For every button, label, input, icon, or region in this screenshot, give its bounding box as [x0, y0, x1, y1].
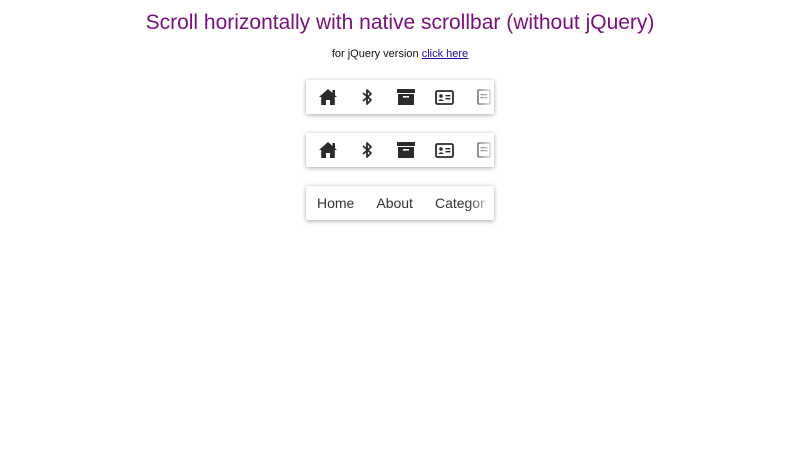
jquery-version-link[interactable]: click here — [422, 48, 468, 60]
subtitle-text: for jQuery version — [331, 48, 419, 60]
home-icon[interactable] — [308, 80, 347, 114]
subtitle: for jQuery version click here — [0, 48, 800, 60]
archive-icon[interactable] — [386, 133, 425, 167]
page: Scroll horizontally with native scrollba… — [0, 0, 800, 450]
nav-item-categories[interactable]: Categor — [424, 186, 494, 220]
archive-icon[interactable] — [386, 80, 425, 114]
text-nav-scroller[interactable]: Home About Categor — [306, 186, 494, 220]
id-card-icon[interactable] — [425, 80, 464, 114]
bluetooth-icon[interactable] — [347, 133, 386, 167]
nav-item-about[interactable]: About — [365, 186, 424, 220]
home-icon[interactable] — [308, 133, 347, 167]
file-icon[interactable] — [464, 80, 494, 114]
icon-scroller-1[interactable] — [306, 80, 494, 114]
bluetooth-icon[interactable] — [347, 80, 386, 114]
page-title: Scroll horizontally with native scrollba… — [145, 11, 655, 34]
file-icon[interactable] — [464, 133, 494, 167]
icon-scroller-2[interactable] — [306, 133, 494, 167]
id-card-icon[interactable] — [425, 133, 464, 167]
nav-item-home[interactable]: Home — [306, 186, 365, 220]
